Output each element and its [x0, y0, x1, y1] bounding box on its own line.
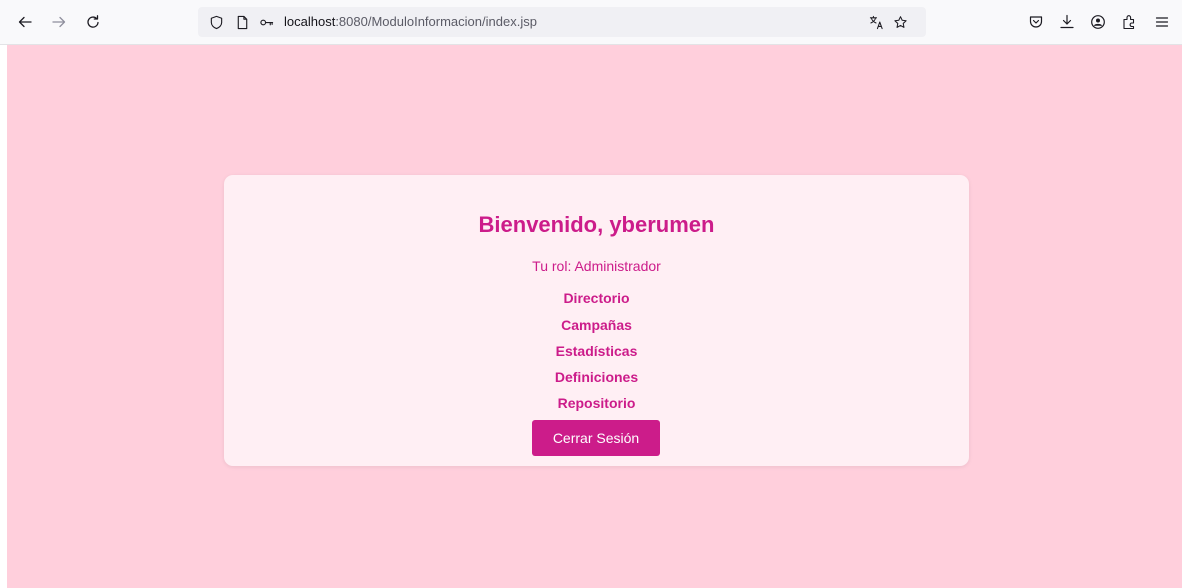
bookmark-star-icon[interactable] [892, 14, 908, 30]
reload-icon[interactable] [81, 10, 105, 34]
logout-button[interactable]: Cerrar Sesión [532, 420, 660, 456]
url-host: localhost [284, 14, 336, 29]
extensions-icon[interactable] [1117, 10, 1141, 34]
page-icon[interactable] [234, 14, 250, 30]
account-icon[interactable] [1086, 10, 1110, 34]
key-icon[interactable] [258, 14, 274, 30]
pocket-icon[interactable] [1024, 10, 1048, 34]
welcome-heading: Bienvenido, yberumen [478, 212, 715, 237]
link-estadisticas[interactable]: Estadísticas [224, 343, 969, 359]
back-icon[interactable] [13, 10, 37, 34]
page-background: Bienvenido, yberumen Tu rol: Administrad… [7, 45, 1182, 588]
link-repositorio[interactable]: Repositorio [224, 395, 969, 411]
welcome-card: Bienvenido, yberumen Tu rol: Administrad… [224, 175, 969, 466]
role-text: Tu rol: Administrador [532, 258, 661, 274]
shield-icon[interactable] [208, 14, 224, 30]
url-text[interactable]: localhost:8080/ModuloInformacion/index.j… [284, 14, 537, 30]
link-definiciones[interactable]: Definiciones [224, 369, 969, 385]
forward-icon[interactable] [47, 10, 71, 34]
link-directorio[interactable]: Directorio [224, 290, 969, 306]
url-path: :8080/ModuloInformacion/index.jsp [335, 14, 537, 29]
browser-toolbar: localhost:8080/ModuloInformacion/index.j… [0, 0, 1182, 45]
link-campanas[interactable]: Campañas [224, 317, 969, 333]
translate-icon[interactable] [868, 14, 884, 30]
menu-icon[interactable] [1150, 10, 1174, 34]
url-bar[interactable]: localhost:8080/ModuloInformacion/index.j… [198, 7, 926, 37]
download-icon[interactable] [1055, 10, 1079, 34]
